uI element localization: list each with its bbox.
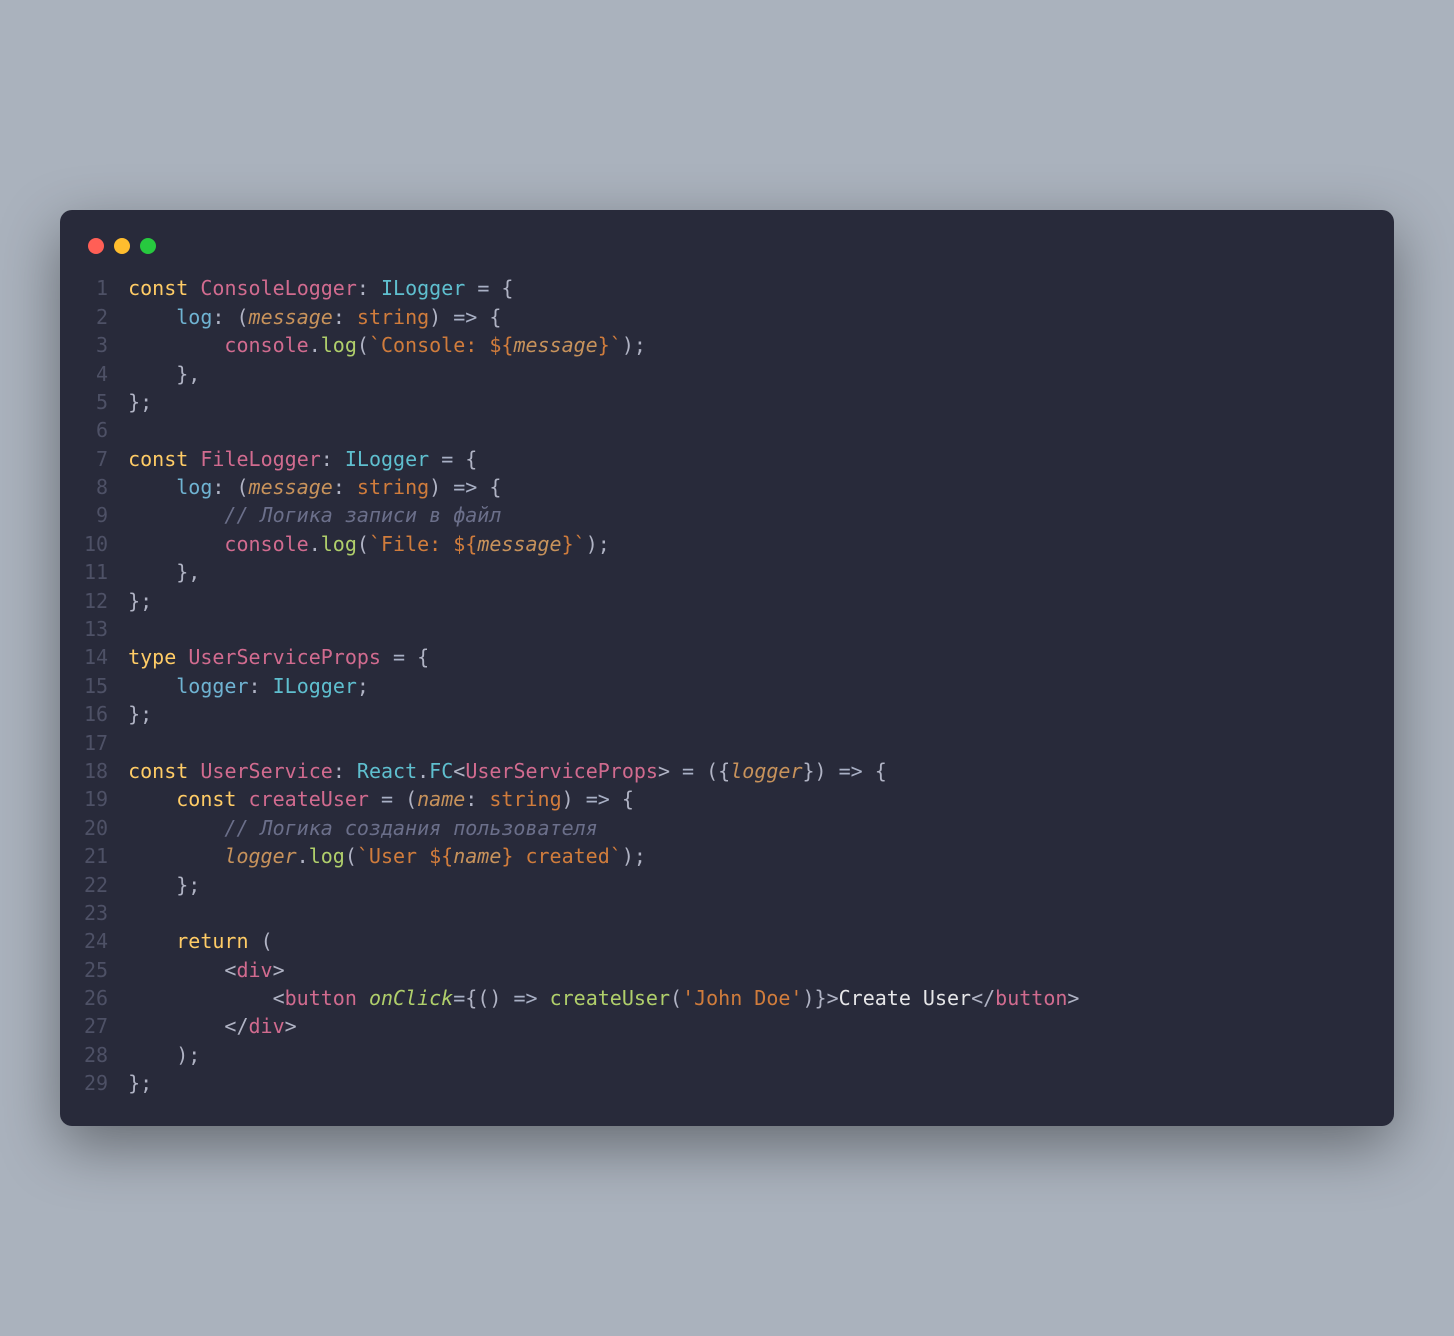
code-editor[interactable]: 1234567891011121314151617181920212223242… bbox=[84, 274, 1370, 1097]
code-line: const ConsoleLogger: ILogger = { bbox=[128, 274, 1079, 302]
line-number: 21 bbox=[84, 842, 108, 870]
code-line: }; bbox=[128, 1069, 1079, 1097]
line-number: 25 bbox=[84, 956, 108, 984]
code-line: type UserServiceProps = { bbox=[128, 643, 1079, 671]
line-number: 13 bbox=[84, 615, 108, 643]
line-number: 4 bbox=[84, 360, 108, 388]
zoom-icon[interactable] bbox=[140, 238, 156, 254]
line-number: 23 bbox=[84, 899, 108, 927]
line-number: 16 bbox=[84, 700, 108, 728]
code-line: <div> bbox=[128, 956, 1079, 984]
code-line: }, bbox=[128, 360, 1079, 388]
code-line: const UserService: React.FC<UserServiceP… bbox=[128, 757, 1079, 785]
line-number: 27 bbox=[84, 1012, 108, 1040]
code-line: }; bbox=[128, 871, 1079, 899]
line-number: 19 bbox=[84, 785, 108, 813]
line-number: 8 bbox=[84, 473, 108, 501]
code-line bbox=[128, 615, 1079, 643]
code-line: ); bbox=[128, 1041, 1079, 1069]
line-number: 22 bbox=[84, 871, 108, 899]
code-line: </div> bbox=[128, 1012, 1079, 1040]
code-line: logger: ILogger; bbox=[128, 672, 1079, 700]
minimize-icon[interactable] bbox=[114, 238, 130, 254]
code-line: // Логика создания пользователя bbox=[128, 814, 1079, 842]
line-number: 11 bbox=[84, 558, 108, 586]
code-line: }; bbox=[128, 587, 1079, 615]
line-number-gutter: 1234567891011121314151617181920212223242… bbox=[84, 274, 128, 1097]
code-line: const createUser = (name: string) => { bbox=[128, 785, 1079, 813]
line-number: 5 bbox=[84, 388, 108, 416]
line-number: 17 bbox=[84, 729, 108, 757]
line-number: 7 bbox=[84, 445, 108, 473]
code-line: }; bbox=[128, 700, 1079, 728]
code-line: console.log(`Console: ${message}`); bbox=[128, 331, 1079, 359]
code-line bbox=[128, 416, 1079, 444]
code-line: logger.log(`User ${name} created`); bbox=[128, 842, 1079, 870]
line-number: 6 bbox=[84, 416, 108, 444]
code-line bbox=[128, 899, 1079, 927]
code-window: 1234567891011121314151617181920212223242… bbox=[60, 210, 1394, 1125]
line-number: 3 bbox=[84, 331, 108, 359]
line-number: 29 bbox=[84, 1069, 108, 1097]
line-number: 14 bbox=[84, 643, 108, 671]
line-number: 2 bbox=[84, 303, 108, 331]
code-line: <button onClick={() => createUser('John … bbox=[128, 984, 1079, 1012]
line-number: 12 bbox=[84, 587, 108, 615]
window-titlebar bbox=[84, 230, 1370, 274]
line-number: 1 bbox=[84, 274, 108, 302]
code-line: }; bbox=[128, 388, 1079, 416]
code-line: log: (message: string) => { bbox=[128, 303, 1079, 331]
code-line: }, bbox=[128, 558, 1079, 586]
line-number: 20 bbox=[84, 814, 108, 842]
line-number: 28 bbox=[84, 1041, 108, 1069]
line-number: 15 bbox=[84, 672, 108, 700]
line-number: 9 bbox=[84, 501, 108, 529]
close-icon[interactable] bbox=[88, 238, 104, 254]
code-line: // Логика записи в файл bbox=[128, 501, 1079, 529]
code-content[interactable]: const ConsoleLogger: ILogger = { log: (m… bbox=[128, 274, 1079, 1097]
code-line: return ( bbox=[128, 927, 1079, 955]
line-number: 10 bbox=[84, 530, 108, 558]
line-number: 18 bbox=[84, 757, 108, 785]
code-line: console.log(`File: ${message}`); bbox=[128, 530, 1079, 558]
code-line: const FileLogger: ILogger = { bbox=[128, 445, 1079, 473]
code-line bbox=[128, 729, 1079, 757]
line-number: 24 bbox=[84, 927, 108, 955]
code-line: log: (message: string) => { bbox=[128, 473, 1079, 501]
line-number: 26 bbox=[84, 984, 108, 1012]
